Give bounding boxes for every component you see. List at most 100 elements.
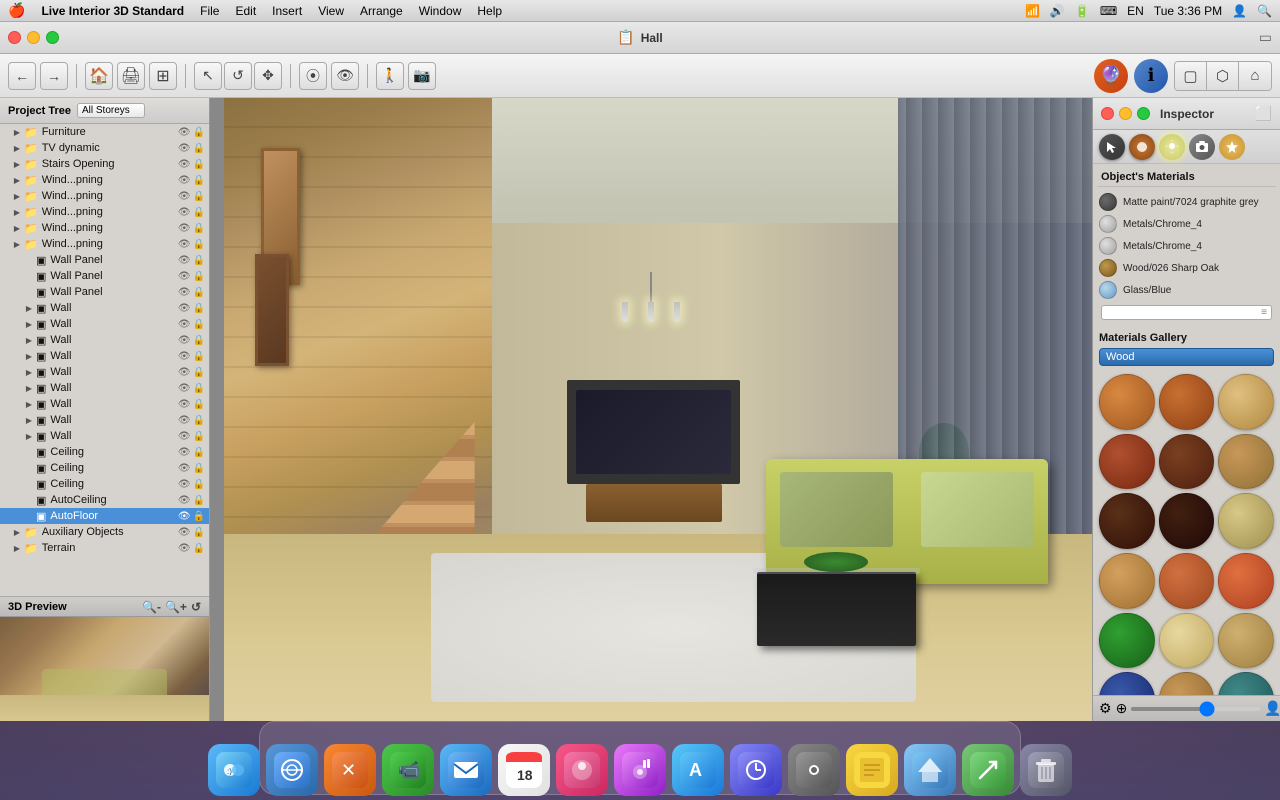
dock-migrate[interactable] [962, 744, 1014, 796]
eye-tool[interactable]: 👁 [331, 62, 359, 90]
tree-item-tv[interactable]: ▶ 📁 TV dynamic 👁 🔒 [0, 140, 209, 156]
inspector-expand[interactable]: ⬜ [1255, 105, 1272, 122]
dock-trash[interactable] [1020, 744, 1072, 796]
swatch-oak-light[interactable] [1099, 374, 1155, 430]
camera-tool[interactable]: 📷 [408, 62, 436, 90]
close-button[interactable] [8, 31, 21, 44]
tree-item-wall7[interactable]: ▶ ▣ Wall 👁 🔒 [0, 396, 209, 412]
apple-menu[interactable]: 🍎 [8, 2, 25, 19]
window-collapse[interactable]: ▭ [1259, 29, 1272, 46]
walk-tool[interactable]: 🚶 [376, 62, 404, 90]
dock-system-prefs[interactable] [788, 744, 840, 796]
swatch-oak-medium[interactable] [1159, 672, 1215, 695]
app-name[interactable]: Live Interior 3D Standard [41, 4, 184, 18]
tree-item-wallpanel3[interactable]: ▣ Wall Panel 👁 🔒 [0, 284, 209, 300]
menu-window[interactable]: Window [419, 4, 462, 18]
dock-live3d[interactable] [904, 744, 956, 796]
swatch-blue-dark[interactable] [1099, 672, 1155, 695]
dock-appstore[interactable]: A [672, 744, 724, 796]
material-item-3[interactable]: Metals/Chrome_4 [1097, 235, 1276, 257]
tree-item-wall3[interactable]: ▶ ▣ Wall 👁 🔒 [0, 332, 209, 348]
dock-itunes[interactable] [614, 744, 666, 796]
menu-help[interactable]: Help [477, 4, 502, 18]
gallery-size-slider[interactable] [1131, 707, 1260, 711]
tree-item-window2[interactable]: ▶ 📁 Wind...pning 👁 🔒 [0, 188, 209, 204]
tree-item-window4[interactable]: ▶ 📁 Wind...pning 👁 🔒 [0, 220, 209, 236]
project-tree-list[interactable]: ▶ 📁 Furniture 👁 🔒 ▶ 📁 TV dynamic [0, 124, 209, 596]
menu-arrange[interactable]: Arrange [360, 4, 403, 18]
tree-item-autofloor[interactable]: ▣ AutoFloor 👁 🔒 [0, 508, 209, 524]
tree-item-wall9[interactable]: ▶ ▣ Wall 👁 🔒 [0, 428, 209, 444]
tree-item-autoceiling[interactable]: ▣ AutoCeiling 👁 🔒 [0, 492, 209, 508]
back-button[interactable]: ← [8, 62, 36, 90]
menu-file[interactable]: File [200, 4, 219, 18]
select-tool[interactable]: ↖ [194, 62, 222, 90]
inspector-star-btn[interactable] [1219, 134, 1245, 160]
dock-stickies[interactable] [846, 744, 898, 796]
tree-item-window3[interactable]: ▶ 📁 Wind...pning 👁 🔒 [0, 204, 209, 220]
swatch-cherry[interactable] [1099, 434, 1155, 490]
material-item-1[interactable]: Matte paint/7024 graphite grey [1097, 191, 1276, 213]
gallery-add-icon[interactable]: ⊕ [1116, 700, 1128, 717]
tree-item-wall2[interactable]: ▶ ▣ Wall 👁 🔒 [0, 316, 209, 332]
print-button[interactable]: 🖨 [117, 62, 145, 90]
viewport[interactable] [210, 98, 1092, 721]
dock-mail[interactable] [440, 744, 492, 796]
wifi-icon[interactable]: 📶 [1025, 4, 1040, 18]
swatch-larch[interactable] [1218, 613, 1274, 669]
swatch-ebony[interactable] [1099, 493, 1155, 549]
swatch-cherry-red[interactable] [1218, 553, 1274, 609]
move-tool[interactable]: ✥ [254, 62, 282, 90]
swatch-ash[interactable] [1218, 493, 1274, 549]
minimize-button[interactable] [27, 31, 40, 44]
menu-insert[interactable]: Insert [272, 4, 302, 18]
battery-icon[interactable]: 🔋 [1075, 4, 1090, 18]
tree-item-terrain[interactable]: ▶ 📁 Terrain 👁 🔒 [0, 540, 209, 556]
gallery-settings-icon[interactable]: ⚙ [1099, 700, 1112, 717]
material-item-2[interactable]: Metals/Chrome_4 [1097, 213, 1276, 235]
view-2d-button[interactable]: ▢ [1175, 62, 1207, 90]
tree-item-furniture[interactable]: ▶ 📁 Furniture 👁 🔒 [0, 124, 209, 140]
gallery-category-dropdown[interactable]: Wood [1099, 348, 1274, 366]
tree-item-wall5[interactable]: ▶ ▣ Wall 👁 🔒 [0, 364, 209, 380]
dock-network[interactable] [266, 744, 318, 796]
inspector-pointer-btn[interactable] [1099, 134, 1125, 160]
tree-item-auxiliary[interactable]: ▶ 📁 Auxiliary Objects 👁 🔒 [0, 524, 209, 540]
tree-item-wallpanel2[interactable]: ▣ Wall Panel 👁 🔒 [0, 268, 209, 284]
tree-item-ceiling1[interactable]: ▣ Ceiling 👁 🔒 [0, 444, 209, 460]
tree-item-wall6[interactable]: ▶ ▣ Wall 👁 🔒 [0, 380, 209, 396]
inspector-light-btn[interactable] [1159, 134, 1185, 160]
dock-timemachine[interactable] [730, 744, 782, 796]
dock-facetime[interactable]: 📹 [382, 744, 434, 796]
material-item-5[interactable]: Glass/Blue [1097, 279, 1276, 301]
view-3d-button[interactable]: ⬡ [1207, 62, 1239, 90]
dock-finder[interactable]: :) [208, 744, 260, 796]
rotate-tool[interactable]: ↺ [224, 62, 252, 90]
preview-zoom-in[interactable]: 🔍+ [165, 600, 187, 614]
inspector-close[interactable] [1101, 107, 1114, 120]
dock-crossover[interactable]: ✕ [324, 744, 376, 796]
preview-zoom-out[interactable]: 🔍- [142, 600, 161, 614]
swatch-maple[interactable] [1218, 434, 1274, 490]
swatch-ivory[interactable] [1159, 613, 1215, 669]
swatch-dark-walnut[interactable] [1159, 493, 1215, 549]
place-tool[interactable]: ⦿ [299, 62, 327, 90]
swatch-teal[interactable] [1218, 672, 1274, 695]
tree-item-wall1[interactable]: ▶ ▣ Wall 👁 🔒 [0, 300, 209, 316]
dock-photos[interactable] [556, 744, 608, 796]
viewport-resize-handle[interactable] [210, 98, 224, 721]
tree-item-stairs[interactable]: ▶ 📁 Stairs Opening 👁 🔒 [0, 156, 209, 172]
swatch-birch[interactable] [1218, 374, 1274, 430]
tree-item-wall8[interactable]: ▶ ▣ Wall 👁 🔒 [0, 412, 209, 428]
preview-canvas[interactable] [0, 617, 209, 721]
tree-item-window1[interactable]: ▶ 📁 Wind...pning 👁 🔒 [0, 172, 209, 188]
swatch-green[interactable] [1099, 613, 1155, 669]
swatch-walnut[interactable] [1159, 374, 1215, 430]
tree-item-ceiling3[interactable]: ▣ Ceiling 👁 🔒 [0, 476, 209, 492]
search-icon[interactable]: 🔍 [1257, 4, 1272, 18]
menu-view[interactable]: View [318, 4, 344, 18]
storeys-dropdown[interactable]: All Storeys [77, 103, 145, 118]
inspector-minimize[interactable] [1119, 107, 1132, 120]
view-home-button[interactable]: ⌂ [1239, 62, 1271, 90]
materials-icon[interactable]: 🔮 [1094, 59, 1128, 93]
